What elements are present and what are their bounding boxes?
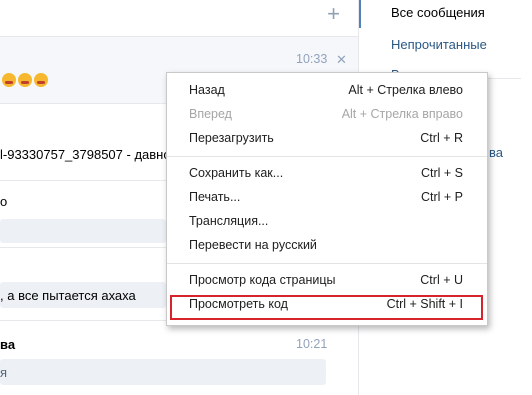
filter-unread[interactable]: Непрочитанные [391, 37, 487, 52]
menu-item-shortcut: Ctrl + R [420, 131, 463, 145]
menu-item-shortcut: Alt + Стрелка влево [348, 83, 463, 97]
menu-item-print[interactable]: Печать... Ctrl + P [167, 187, 487, 209]
menu-item-view-source[interactable]: Просмотр кода страницы Ctrl + U [167, 270, 487, 292]
menu-item-label: Просмотр кода страницы [189, 273, 336, 287]
menu-item-label: Сохранить как... [189, 166, 284, 180]
menu-item-label: Вперед [189, 107, 232, 121]
message-time: 10:33 [296, 52, 328, 66]
menu-item-shortcut: Alt + Стрелка вправо [341, 107, 463, 121]
message-text: , а все пытается ахаха [0, 288, 136, 303]
message-preview [0, 219, 166, 243]
menu-item-reload[interactable]: Перезагрузить Ctrl + R [167, 128, 487, 150]
menu-item-label: Назад [189, 83, 225, 97]
angry-emoji-icon [34, 73, 48, 87]
menu-item-label: Печать... [189, 190, 241, 204]
close-icon[interactable]: ✕ [336, 52, 347, 68]
highlight-box [170, 295, 483, 320]
menu-item-cast[interactable]: Трансляция... [167, 211, 487, 233]
menu-separator [167, 156, 487, 157]
menu-item-shortcut: Ctrl + S [420, 166, 463, 180]
message-text: l-93330757_3798507 - давно [0, 147, 171, 162]
menu-item-label: Трансляция... [189, 214, 269, 228]
menu-item-label: Перевести на русский [189, 238, 317, 252]
message-preview [0, 359, 326, 385]
filter-all[interactable]: Все сообщения [391, 5, 485, 20]
angry-emoji-icon [2, 73, 16, 87]
angry-emoji-icon [18, 73, 32, 87]
menu-item-label: Перезагрузить [189, 131, 274, 145]
menu-item-shortcut: Ctrl + U [420, 273, 463, 287]
message-time: 10:21 [296, 337, 328, 351]
messages-header: + [0, 0, 358, 37]
menu-item-back[interactable]: Назад Alt + Стрелка влево [167, 80, 487, 102]
plus-icon[interactable]: + [327, 3, 340, 25]
message-text: о [0, 194, 8, 209]
message-preview-text: я [0, 365, 8, 380]
menu-item-forward[interactable]: Вперед Alt + Стрелка вправо [167, 104, 487, 126]
message-author: ва [0, 337, 16, 352]
message-row[interactable]: ва 10:21 я [0, 321, 358, 395]
menu-item-translate[interactable]: Перевести на русский [167, 235, 487, 257]
menu-item-save-as[interactable]: Сохранить как... Ctrl + S [167, 163, 487, 185]
context-menu: Назад Alt + Стрелка влево Вперед Alt + С… [166, 72, 488, 326]
emoji-group [2, 73, 50, 90]
menu-separator [167, 263, 487, 264]
filter-link[interactable]: ва [489, 145, 503, 160]
menu-item-shortcut: Ctrl + P [420, 190, 463, 204]
